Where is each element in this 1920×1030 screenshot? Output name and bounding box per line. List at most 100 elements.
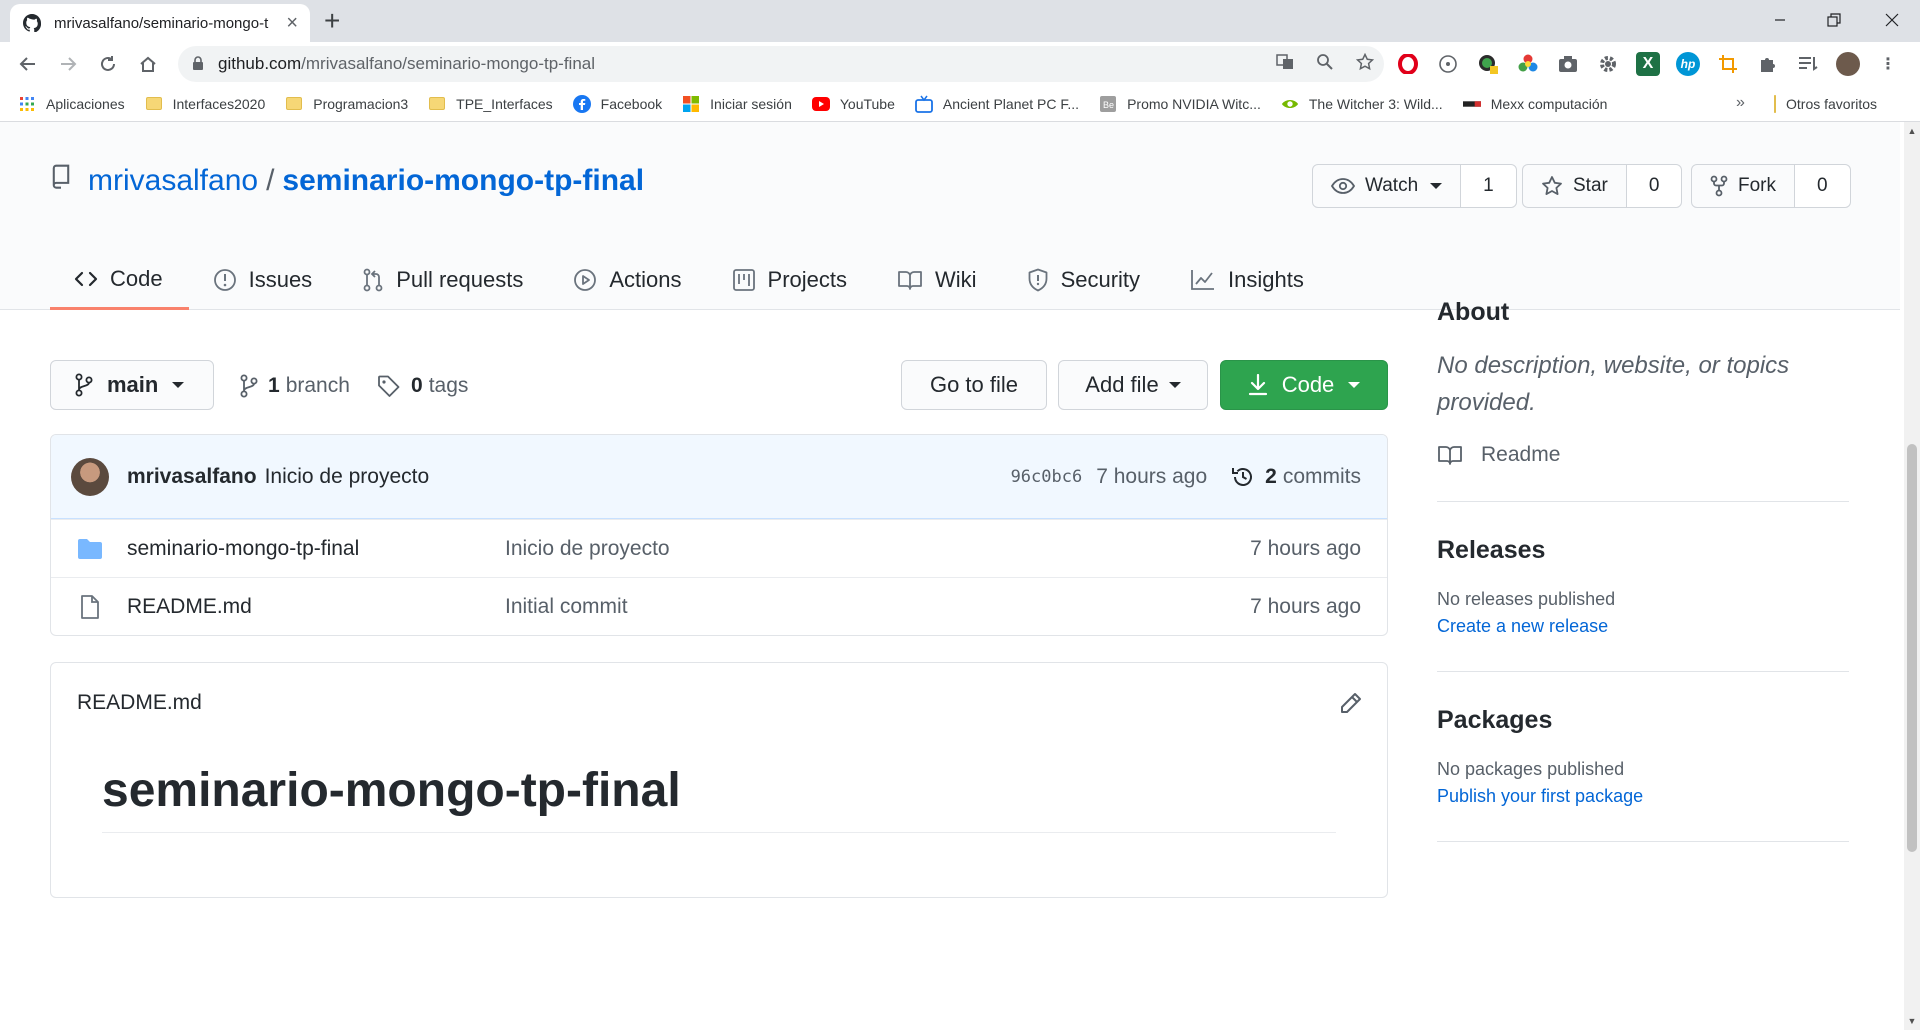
bookmark-mexx[interactable]: Mexx computación xyxy=(1462,95,1607,113)
go-to-file-button[interactable]: Go to file xyxy=(901,360,1047,410)
tags-link[interactable]: 0 tags xyxy=(377,374,468,398)
gear-extension-icon[interactable] xyxy=(1596,52,1620,76)
camera-icon[interactable] xyxy=(1556,52,1580,76)
close-window-button[interactable] xyxy=(1864,0,1920,40)
fork-action[interactable]: Fork xyxy=(1692,165,1794,207)
excel-icon[interactable]: X xyxy=(1636,52,1660,76)
bookmark-programacion3[interactable]: Programacion3 xyxy=(285,95,408,113)
globe-extension-icon[interactable] xyxy=(1476,52,1500,76)
watch-count[interactable]: 1 xyxy=(1460,165,1516,207)
watch-button[interactable]: Watch 1 xyxy=(1312,164,1517,208)
color-picker-icon[interactable] xyxy=(1516,52,1540,76)
home-button[interactable] xyxy=(132,48,164,80)
add-file-button[interactable]: Add file xyxy=(1058,360,1208,410)
other-bookmarks[interactable]: Otros favoritos xyxy=(1774,86,1877,122)
commit-age[interactable]: 7 hours ago xyxy=(1096,465,1207,489)
browser-toolbar: github.com/mrivasalfano/seminario-mongo-… xyxy=(0,42,1920,86)
tag-word: tags xyxy=(428,374,469,397)
tab-insights[interactable]: Insights xyxy=(1166,250,1330,310)
tab-security[interactable]: Security xyxy=(1003,250,1166,310)
file-commit-message-link[interactable]: Inicio de proyecto xyxy=(505,537,670,561)
fork-button[interactable]: Fork 0 xyxy=(1691,164,1851,208)
hp-icon[interactable]: hp xyxy=(1676,52,1700,76)
file-name-link[interactable]: seminario-mongo-tp-final xyxy=(127,537,359,561)
avatar[interactable] xyxy=(71,457,109,496)
repo-name-link[interactable]: seminario-mongo-tp-final xyxy=(282,164,644,198)
page-scrollbar[interactable]: ▲ ▼ xyxy=(1904,122,1920,1030)
tab-issues[interactable]: Issues xyxy=(189,250,339,310)
bookmark-star-icon[interactable] xyxy=(1355,52,1375,76)
table-row[interactable]: seminario-mongo-tp-final Inicio de proye… xyxy=(51,519,1387,577)
bookmark-tpe-interfaces[interactable]: TPE_Interfaces xyxy=(428,95,553,113)
bookmark-youtube[interactable]: YouTube xyxy=(811,95,895,113)
star-action[interactable]: Star xyxy=(1523,165,1626,207)
bookmark-promo-nvidia[interactable]: Be Promo NVIDIA Witc... xyxy=(1099,95,1261,113)
repo-owner-link[interactable]: mrivasalfano xyxy=(88,164,258,198)
code-download-button[interactable]: Code xyxy=(1220,360,1388,410)
new-tab-button[interactable]: + xyxy=(324,6,340,36)
scroll-down-arrow-icon[interactable]: ▼ xyxy=(1907,1016,1917,1026)
tab-label: Code xyxy=(110,265,163,291)
commit-author-link[interactable]: mrivasalfano xyxy=(127,465,257,489)
commits-link[interactable]: 2 commits xyxy=(1231,465,1361,489)
minimize-button[interactable] xyxy=(1752,0,1808,40)
scrollbar-thumb[interactable] xyxy=(1907,444,1917,852)
profile-avatar-icon[interactable] xyxy=(1836,52,1860,76)
folder-icon xyxy=(77,538,103,560)
bookmarks-overflow-button[interactable]: » xyxy=(1736,94,1745,112)
book-icon xyxy=(897,269,923,291)
opera-icon[interactable] xyxy=(1396,52,1420,76)
tab-label: Wiki xyxy=(935,267,977,292)
star-count[interactable]: 0 xyxy=(1625,165,1682,207)
publish-package-link[interactable]: Publish your first package xyxy=(1437,786,1849,807)
packages-title[interactable]: Packages xyxy=(1437,706,1849,735)
back-button[interactable] xyxy=(12,48,44,80)
readme-link[interactable]: Readme xyxy=(1437,443,1849,467)
menu-kebab-icon[interactable]: ⋮ xyxy=(1876,52,1900,76)
zoom-icon[interactable] xyxy=(1316,53,1334,76)
tab-pull-requests[interactable]: Pull requests xyxy=(338,250,549,310)
address-bar[interactable]: github.com/mrivasalfano/seminario-mongo-… xyxy=(178,46,1384,82)
tab-actions[interactable]: Actions xyxy=(549,250,707,310)
bookmark-interfaces2020[interactable]: Interfaces2020 xyxy=(145,95,265,113)
commit-word: commits xyxy=(1282,465,1361,488)
restore-button[interactable] xyxy=(1806,0,1862,40)
bookmark-the-witcher[interactable]: The Witcher 3: Wild... xyxy=(1281,95,1443,113)
file-commit-message-link[interactable]: Initial commit xyxy=(505,595,628,619)
extension-circle-icon[interactable] xyxy=(1436,52,1460,76)
bookmark-facebook[interactable]: Facebook xyxy=(572,94,662,113)
eye-icon xyxy=(1331,178,1355,194)
branch-select-button[interactable]: main xyxy=(50,360,214,410)
folder-icon xyxy=(285,95,303,113)
file-list: mrivasalfano Inicio de proyecto 96c0bc6 … xyxy=(50,434,1388,636)
crop-icon[interactable] xyxy=(1716,52,1740,76)
tab-projects[interactable]: Projects xyxy=(708,250,873,310)
puzzle-extensions-icon[interactable] xyxy=(1756,52,1780,76)
pencil-edit-icon[interactable] xyxy=(1339,691,1363,720)
commit-sha-link[interactable]: 96c0bc6 xyxy=(1011,467,1083,487)
create-release-link[interactable]: Create a new release xyxy=(1437,616,1849,637)
fork-count[interactable]: 0 xyxy=(1794,165,1850,207)
bookmark-iniciar-sesion[interactable]: Iniciar sesión xyxy=(682,95,792,113)
tab-wiki[interactable]: Wiki xyxy=(873,250,1003,310)
divider xyxy=(1437,671,1849,672)
bookmark-aplicaciones[interactable]: Aplicaciones xyxy=(18,95,125,113)
releases-title[interactable]: Releases xyxy=(1437,536,1849,565)
svg-text:Be: Be xyxy=(1103,100,1114,110)
star-button[interactable]: Star 0 xyxy=(1522,164,1683,208)
fork-icon xyxy=(1710,175,1728,197)
reload-button[interactable] xyxy=(92,48,124,80)
reading-list-icon[interactable] xyxy=(1796,52,1820,76)
commit-message-link[interactable]: Inicio de proyecto xyxy=(265,465,430,489)
table-row[interactable]: README.md Initial commit 7 hours ago xyxy=(51,577,1387,635)
forward-button[interactable] xyxy=(52,48,84,80)
watch-action[interactable]: Watch xyxy=(1313,165,1460,207)
tab-code[interactable]: Code xyxy=(50,250,189,310)
browser-tab[interactable]: mrivasalfano/seminario-mongo-t × xyxy=(10,4,310,42)
branches-link[interactable]: 1 branch xyxy=(240,374,350,398)
tab-close-icon[interactable]: × xyxy=(286,13,298,33)
bookmark-ancient-planet[interactable]: Ancient Planet PC F... xyxy=(914,95,1079,113)
translate-icon[interactable] xyxy=(1276,53,1294,76)
scroll-up-arrow-icon[interactable]: ▲ xyxy=(1907,126,1917,136)
file-name-link[interactable]: README.md xyxy=(127,595,252,619)
